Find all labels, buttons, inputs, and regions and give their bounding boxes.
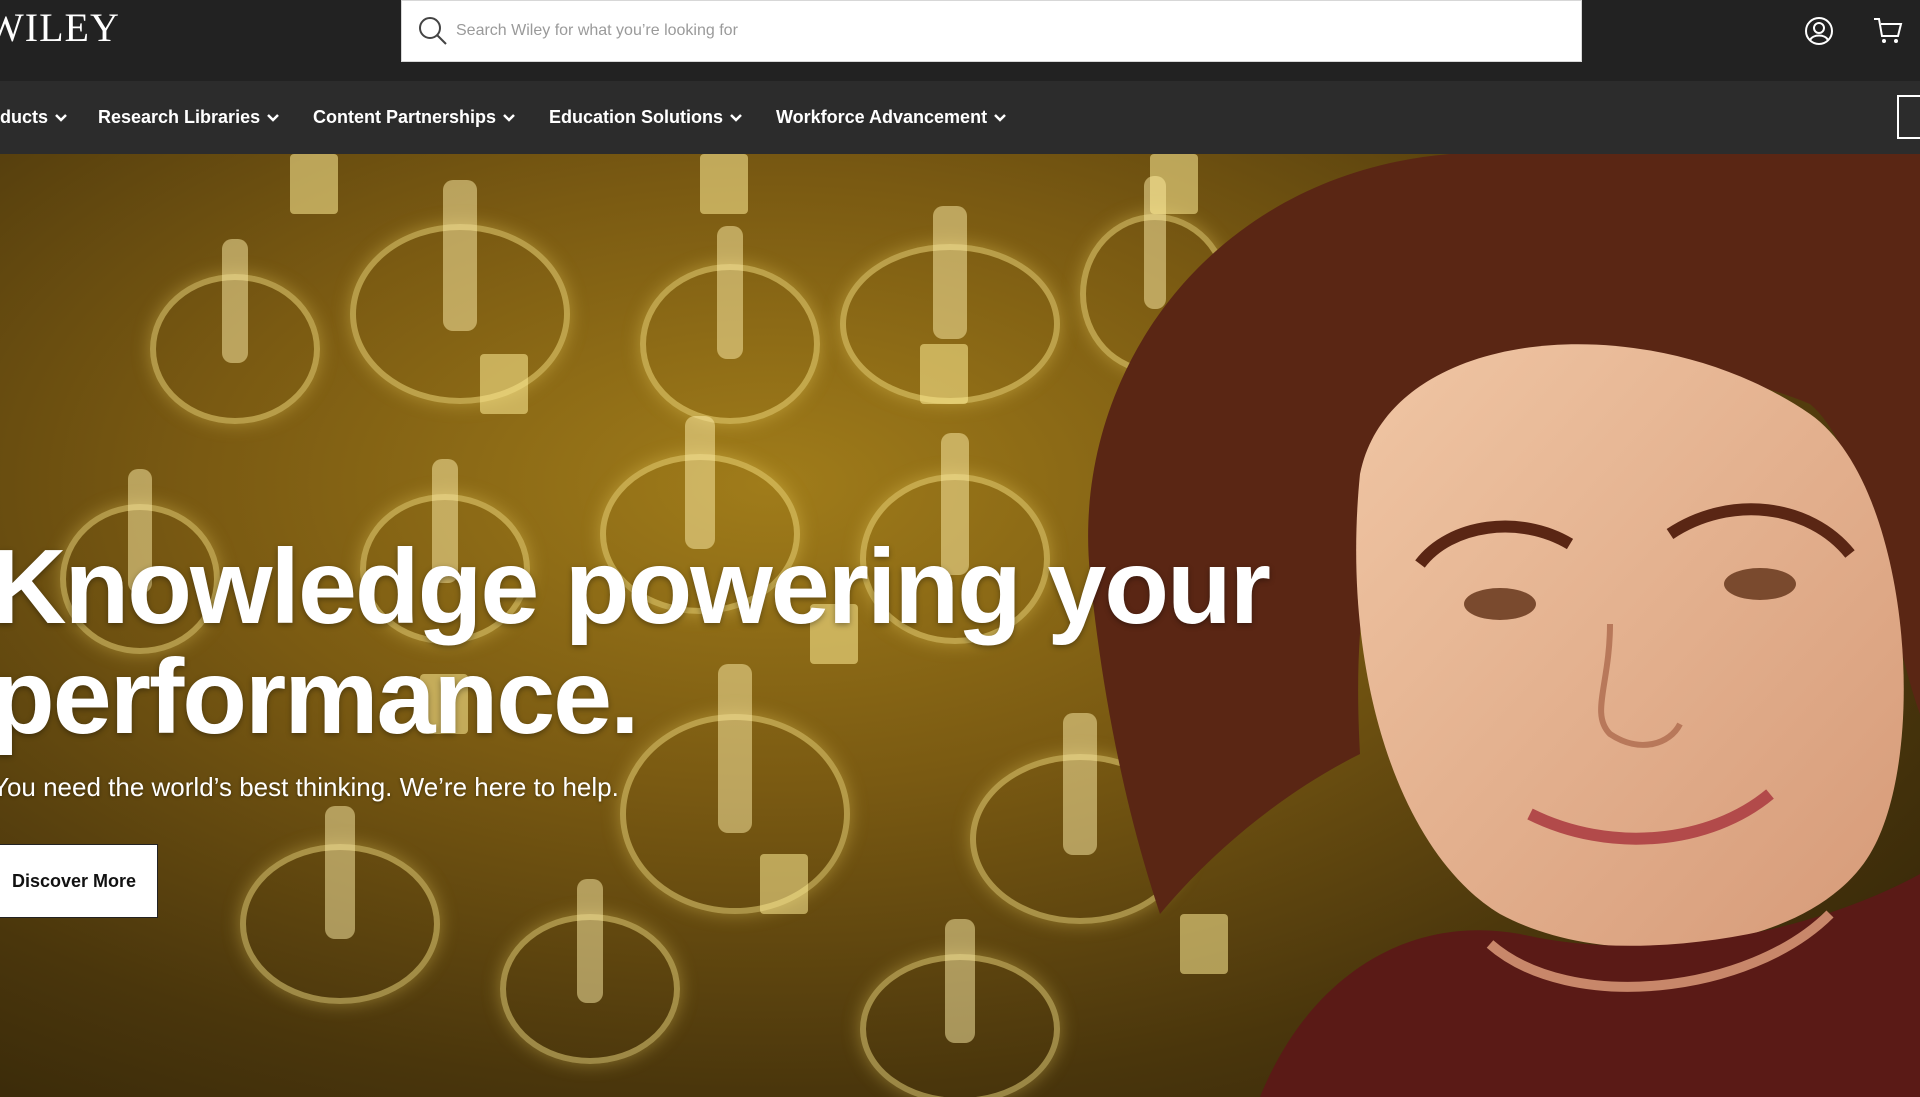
nav-item-label: Content Partnerships [313, 107, 497, 127]
nav-item-label: Workforce Advancement [776, 107, 988, 127]
chevron-down-icon [730, 113, 742, 122]
search-input[interactable] [456, 1, 1556, 61]
account-icon[interactable] [1804, 16, 1834, 46]
chevron-down-icon [55, 113, 67, 122]
chevron-down-icon [503, 113, 515, 122]
nav-item-label: Products [0, 107, 49, 127]
headline-line-1: Knowledge powering your [0, 528, 1271, 646]
nav-item-research-libraries[interactable]: Research Libraries [98, 81, 280, 154]
nav-item-label: Research Libraries [98, 107, 261, 127]
wiley-logo[interactable]: WILEY [0, 8, 120, 48]
headline-line-2: performance. [0, 638, 640, 756]
nav-item-label: Education Solutions [549, 107, 723, 127]
nav-edge-button[interactable] [1897, 95, 1920, 139]
search-icon[interactable] [418, 16, 448, 46]
main-nav: Products Research Libraries Content Part… [0, 81, 1920, 154]
hero-subhead: You need the world’s best thinking. We’r… [0, 772, 619, 802]
nav-item-content-partnerships[interactable]: Content Partnerships [313, 81, 516, 154]
nav-item-products[interactable]: Products [0, 81, 68, 154]
chevron-down-icon [994, 113, 1006, 122]
nav-item-education-solutions[interactable]: Education Solutions [549, 81, 743, 154]
discover-more-button[interactable]: Discover More [0, 844, 158, 918]
hero-banner: Knowledge powering your performance. You… [0, 154, 1920, 1097]
hero-headline: Knowledge powering your performance. [0, 532, 1390, 752]
cart-icon[interactable] [1872, 16, 1904, 46]
nav-item-workforce-advancement[interactable]: Workforce Advancement [776, 81, 1007, 154]
top-bar: WILEY [0, 0, 1920, 81]
search-box[interactable] [401, 0, 1582, 62]
chevron-down-icon [267, 113, 279, 122]
